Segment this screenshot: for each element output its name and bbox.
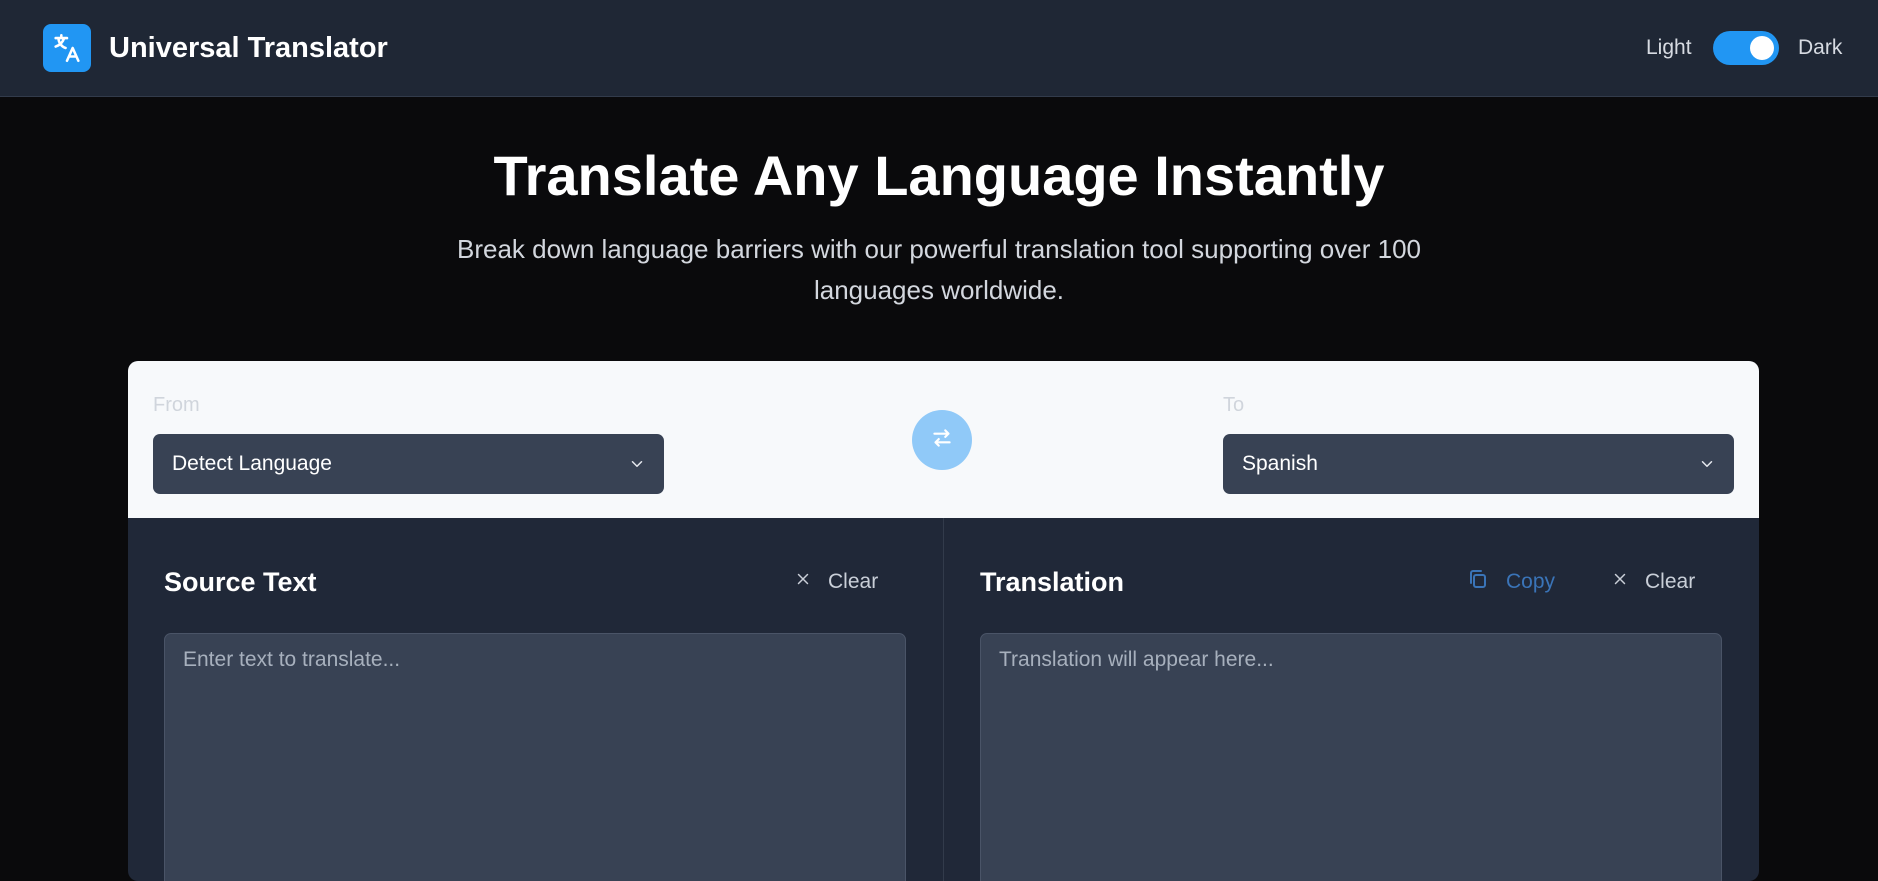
translation-title: Translation	[980, 567, 1125, 597]
swap-icon	[929, 425, 955, 456]
copy-icon	[1466, 567, 1490, 597]
theme-dark-label: Dark	[1798, 36, 1843, 59]
translation-output[interactable]	[980, 633, 1722, 881]
to-language-value: Spanish	[1242, 452, 1318, 475]
translate-icon	[43, 24, 91, 72]
source-clear-button[interactable]: Clear	[794, 566, 878, 598]
translator-card: From Detect Language To Spanish Source T…	[128, 361, 1759, 881]
language-bar: From Detect Language To Spanish	[128, 361, 1759, 518]
theme-toggle[interactable]	[1713, 31, 1779, 65]
toggle-knob	[1750, 36, 1774, 60]
source-clear-label: Clear	[828, 570, 879, 593]
to-language-select[interactable]: Spanish	[1223, 434, 1734, 494]
source-text-input[interactable]	[164, 633, 906, 881]
source-text-title: Source Text	[164, 567, 317, 597]
panel-divider	[943, 518, 944, 881]
copy-button[interactable]: Copy	[1466, 566, 1555, 598]
chevron-down-icon	[628, 455, 646, 478]
translation-clear-button[interactable]: Clear	[1611, 566, 1695, 598]
close-icon	[794, 570, 812, 594]
translation-clear-label: Clear	[1645, 570, 1696, 593]
chevron-down-icon	[1698, 455, 1716, 478]
swap-languages-button[interactable]	[912, 410, 972, 470]
to-label: To	[1223, 394, 1245, 416]
from-language-select[interactable]: Detect Language	[153, 434, 664, 494]
app-header: Universal Translator Light Dark	[0, 0, 1878, 97]
app-title: Universal Translator	[109, 32, 388, 64]
hero-subtitle: Break down language barriers with our po…	[456, 234, 1421, 305]
close-icon	[1611, 570, 1629, 594]
copy-label: Copy	[1506, 570, 1556, 593]
theme-light-label: Light	[1646, 36, 1692, 59]
from-language-value: Detect Language	[172, 452, 332, 475]
hero-title: Translate Any Language Instantly	[493, 144, 1385, 207]
from-label: From	[153, 394, 200, 416]
